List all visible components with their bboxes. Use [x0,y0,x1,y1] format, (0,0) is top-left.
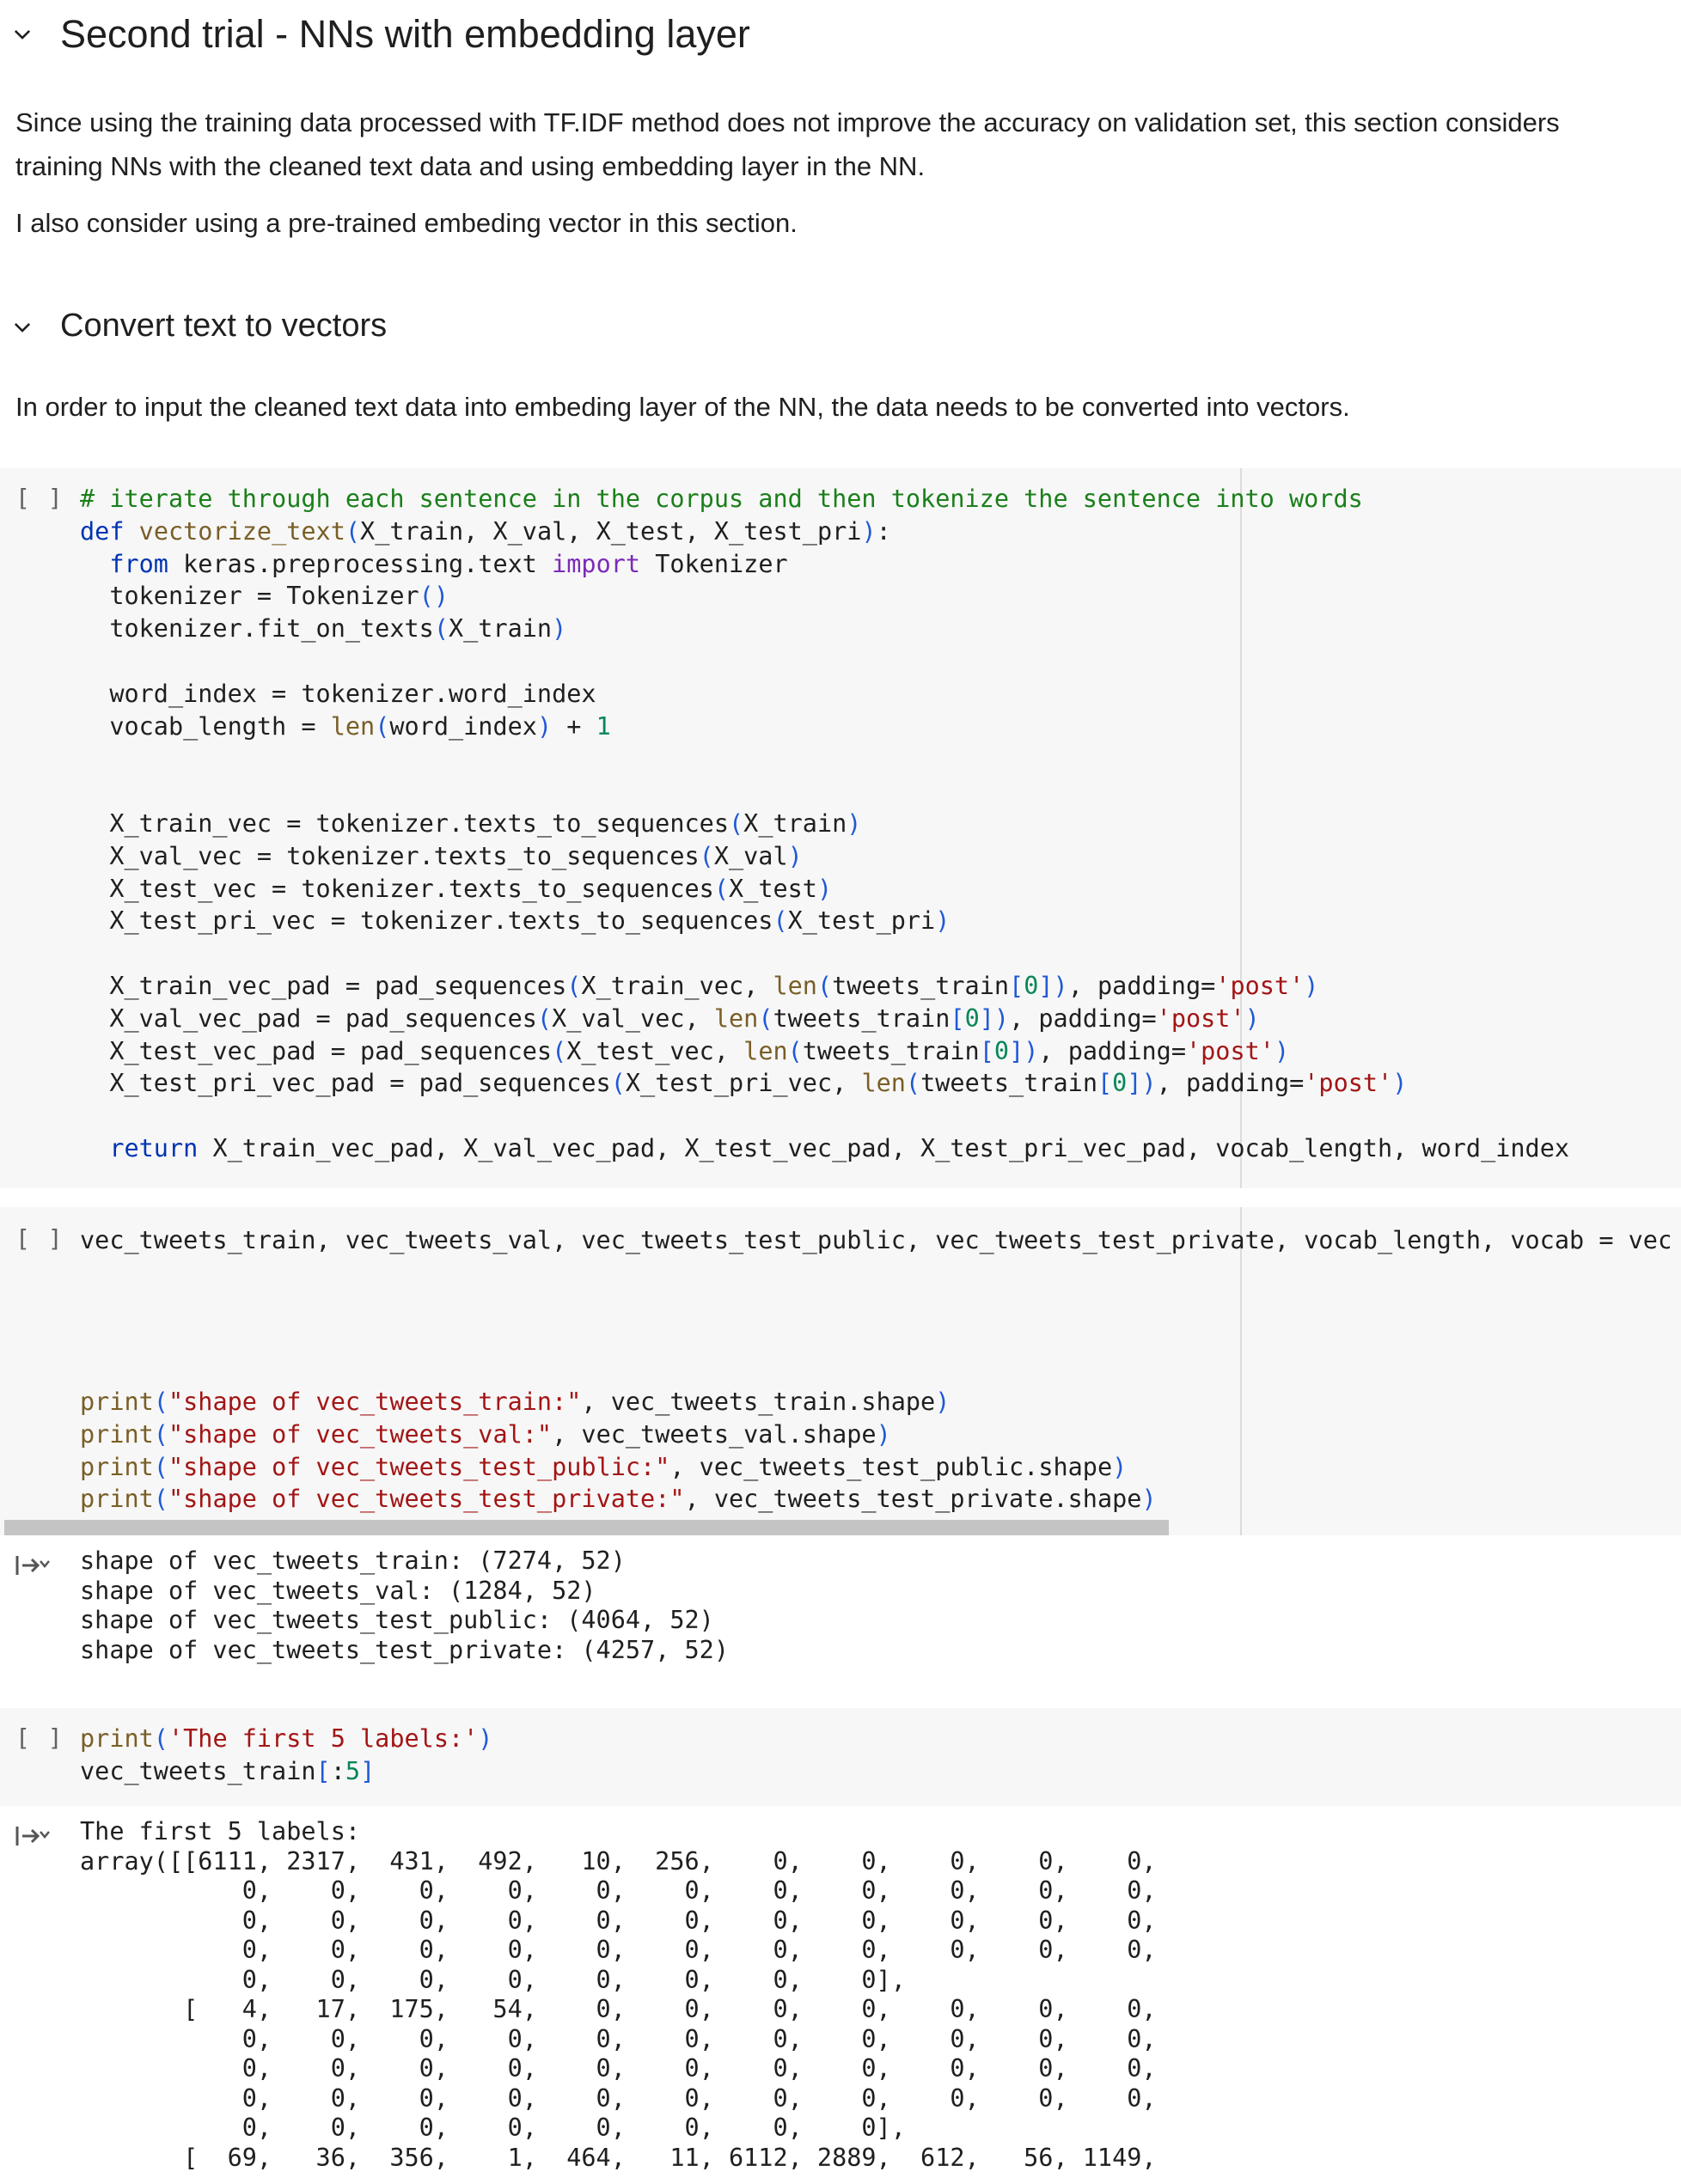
output-line: 0, 0, 0, 0, 0, 0, 0, 0, 0, 0, 0, [80,1936,1157,1964]
cell-output-shapes: shape of vec_tweets_train: (7274, 52) sh… [80,1546,729,1665]
output-line: shape of vec_tweets_train: (7274, 52) [80,1546,626,1575]
output-toggle-icon[interactable] [15,1821,50,1851]
code-cell-first-labels[interactable]: [ ] print('The first 5 labels:') vec_twe… [0,1708,1681,1806]
code-editor[interactable]: # iterate through each sentence in the c… [80,483,1569,1165]
output-line: [ 69, 36, 356, 1, 464, 11, 6112, 2889, 6… [80,2143,1157,2172]
output-line: 0, 0, 0, 0, 0, 0, 0, 0], [80,2114,906,2142]
output-line: [ 4, 17, 175, 54, 0, 0, 0, 0, 0, 0, 0, [80,1995,1157,2023]
run-cell-button[interactable]: [ ] [15,484,64,512]
code-line-assign[interactable]: vec_tweets_train, vec_tweets_val, vec_tw… [80,1224,1670,1257]
run-cell-button[interactable]: [ ] [15,1224,64,1253]
output-line: 0, 0, 0, 0, 0, 0, 0, 0, 0, 0, 0, [80,2083,1157,2113]
output-line: 0, 0, 0, 0, 0, 0, 0, 0, 0, 0, 0, [80,1876,1157,1905]
code-cell-shapes[interactable]: [ ] vec_tweets_train, vec_tweets_val, ve… [0,1207,1681,1535]
output-line: 0, 0, 0, 0, 0, 0, 0, 0, 0, 0, 0, [80,1906,1157,1935]
chevron-down-icon[interactable] [10,315,34,339]
output-line: shape of vec_tweets_val: (1284, 52) [80,1576,596,1605]
output-line: shape of vec_tweets_test_private: (4257,… [80,1635,729,1664]
output-line: array([[6111, 2317, 431, 492, 10, 256, 0… [80,1846,1157,1876]
code-editor[interactable]: print('The first 5 labels:') vec_tweets_… [80,1723,492,1788]
code-comment: # iterate through each sentence in the c… [80,485,1363,513]
output-line: The first 5 labels: [80,1817,361,1845]
horizontal-scrollbar[interactable] [4,1520,1169,1535]
run-cell-button[interactable]: [ ] [15,1723,64,1752]
chevron-down-icon[interactable] [10,22,34,46]
convert-paragraph: In order to input the cleaned text data … [15,392,1350,422]
output-line: 0, 0, 0, 0, 0, 0, 0, 0, 0, 0, 0, [80,2024,1157,2053]
code-cell-vectorize[interactable]: [ ] # iterate through each sentence in t… [0,468,1681,1188]
page-title: Second trial - NNs with embedding layer [60,12,750,56]
section-title: Convert text to vectors [60,308,388,344]
output-line: shape of vec_tweets_test_public: (4064, … [80,1606,714,1634]
output-line: 0, 0, 0, 0, 0, 0, 0, 0, 0, 0, 0, [80,2054,1157,2083]
cell-output-array: The first 5 labels: array([[6111, 2317, … [80,1817,1157,2173]
code-editor[interactable]: print("shape of vec_tweets_train:", vec_… [80,1386,1157,1516]
output-line: 0, 0, 0, 0, 0, 0, 0, 0], [80,1965,906,1994]
intro-paragraph: Since using the training data processed … [15,107,1560,181]
intro-paragraph-2: I also consider using a pre-trained embe… [15,208,798,238]
output-toggle-icon[interactable] [15,1551,50,1580]
